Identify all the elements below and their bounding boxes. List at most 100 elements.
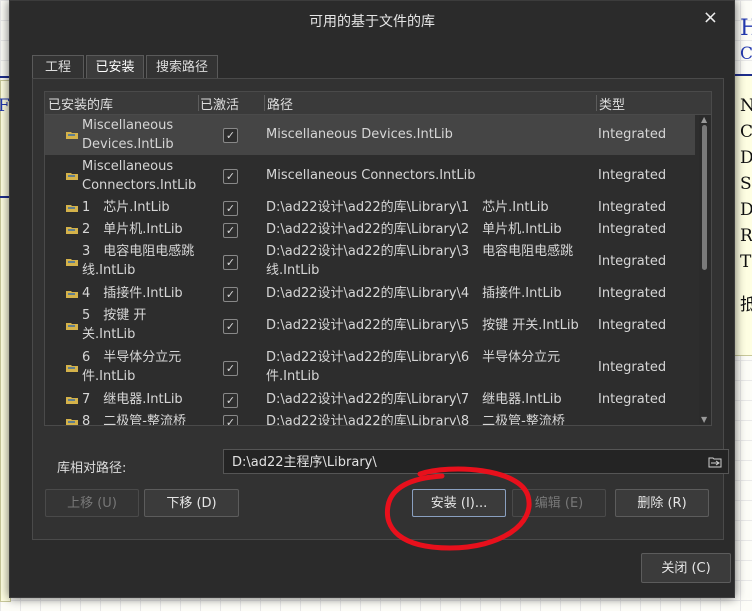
scroll-up-arrow-icon[interactable]: ▲ [701, 115, 707, 124]
library-type-cell: Integrated [598, 254, 667, 269]
integrated-library-icon [66, 205, 78, 212]
column-divider[interactable] [596, 95, 597, 111]
tab-project[interactable]: 工程 [32, 55, 84, 79]
table-header: 已安装的库 已激活 路径 类型 [45, 92, 711, 115]
relative-path-field[interactable]: D:\ad22主程序\Library\ [223, 449, 729, 474]
activated-checkbox[interactable]: ✓ [223, 287, 238, 302]
integrated-library-icon [66, 227, 78, 234]
table-row[interactable]: Miscellaneous Connectors.IntLib ✓ Miscella… [45, 156, 695, 196]
library-type-cell: Integrated [598, 168, 667, 183]
activated-checkbox[interactable]: ✓ [223, 201, 238, 216]
close-button[interactable]: 关闭 (C) [641, 553, 731, 583]
library-name-cell: Miscellaneous Connectors.IntLib [82, 159, 197, 193]
table-vertical-scrollbar[interactable]: ▲ ▼ [699, 115, 711, 424]
activated-checkbox[interactable]: ✓ [223, 128, 238, 143]
bg-text-fragment: 抵 [740, 295, 752, 315]
close-icon[interactable]: × [703, 7, 718, 28]
relative-path-label: 库相对路径: [57, 461, 127, 476]
activated-checkbox[interactable]: ✓ [223, 361, 238, 376]
relative-path-value: D:\ad22主程序\Library\ [232, 455, 377, 470]
integrated-library-icon [66, 259, 78, 266]
integrated-library-icon [66, 397, 78, 404]
library-name-cell: 2 单片机.IntLib [82, 222, 183, 237]
library-path-cell: D:\ad22设计\ad22的库\Library\1 芯片.IntLib [266, 200, 549, 215]
dialog-titlebar[interactable]: 可用的基于文件的库 × [10, 1, 734, 39]
remove-button[interactable]: 删除 (R) [615, 489, 709, 517]
library-type-cell: Integrated [598, 360, 667, 375]
library-name-cell: 7 继电器.IntLib [82, 392, 183, 407]
install-button[interactable]: 安装 (I)... [412, 489, 506, 517]
bg-text-fragment: R [740, 226, 752, 246]
installed-libraries-table: 已安装的库 已激活 路径 类型 Miscellaneous Devices.In… [44, 91, 712, 426]
bg-text-fragment: H [740, 16, 752, 41]
activated-checkbox[interactable]: ✓ [223, 393, 238, 408]
library-path-cell: D:\ad22设计\ad22的库\Library\7 继电器.IntLib [266, 392, 562, 407]
activated-checkbox[interactable]: ✓ [223, 255, 238, 270]
activated-checkbox[interactable]: ✓ [223, 223, 238, 238]
bg-text-fragment: D [740, 148, 752, 168]
integrated-library-icon [66, 132, 78, 139]
library-type-cell: Integrated [598, 127, 667, 142]
tab-search-path[interactable]: 搜索路径 [146, 55, 218, 79]
library-path-cell: D:\ad22设计\ad22的库\Library\2 单片机.IntLib [266, 222, 562, 237]
bg-text-fragment: C [740, 122, 752, 142]
integrated-library-icon [66, 173, 78, 180]
library-name-cell: 3 电容电阻电感跳线.IntLib [82, 244, 195, 278]
library-path-cell: D:\ad22设计\ad22的库\Library\6 半导体分立元件.IntLi… [266, 350, 561, 384]
column-header-library[interactable]: 已安装的库 [48, 94, 113, 113]
library-path-cell: Miscellaneous Connectors.IntLib [266, 168, 476, 183]
library-type-cell: Integrated [598, 222, 667, 237]
column-header-activated[interactable]: 已激活 [200, 94, 239, 113]
library-type-cell: Integrated [598, 392, 667, 407]
library-path-cell: D:\ad22设计\ad22的库\Library\5 按键 开关.IntLib [266, 318, 579, 333]
column-header-path[interactable]: 路径 [267, 94, 293, 113]
schematic-wire [0, 76, 9, 78]
library-name-cell: 4 插接件.IntLib [82, 286, 183, 301]
library-name-cell: Miscellaneous Devices.IntLib [82, 118, 174, 152]
edit-button[interactable]: 编辑 (E) [512, 489, 606, 517]
table-row[interactable]: 2 单片机.IntLib ✓ D:\ad22设计\ad22的库\Library\2 … [45, 219, 695, 241]
available-libraries-dialog: 可用的基于文件的库 × 工程 已安装 搜索路径 已安装的库 已激活 路径 类型 … [9, 0, 735, 598]
move-down-button[interactable]: 下移 (D) [144, 489, 239, 517]
bg-text-fragment: T [740, 252, 752, 272]
library-type-cell: Integrated [598, 318, 667, 333]
activated-checkbox[interactable]: ✓ [223, 319, 238, 334]
library-name-cell: 6 半导体分立元件.IntLib [82, 350, 182, 384]
table-row[interactable]: 8 二极管-整流桥 ✓ D:\ad22设计\ad22的库\Library\8 二极管… [45, 411, 695, 426]
library-name-cell: 8 二极管-整流桥 [82, 414, 186, 426]
library-type-cell: Integrated [598, 200, 667, 215]
bg-text-fragment: N [740, 96, 752, 116]
table-row[interactable]: 1 芯片.IntLib ✓ D:\ad22设计\ad22的库\Library\1 芯… [45, 197, 695, 219]
integrated-library-icon [66, 323, 78, 330]
activated-checkbox[interactable]: ✓ [223, 415, 238, 425]
tab-installed[interactable]: 已安装 [86, 55, 144, 79]
table-row[interactable]: 7 继电器.IntLib ✓ D:\ad22设计\ad22的库\Library\7 … [45, 389, 695, 411]
library-path-cell: D:\ad22设计\ad22的库\Library\3 电容电阻电感跳线.IntL… [266, 244, 574, 278]
integrated-library-icon [66, 291, 78, 298]
table-row[interactable]: Miscellaneous Devices.IntLib ✓ Miscellaneo… [45, 115, 695, 155]
library-name-cell: 1 芯片.IntLib [82, 200, 170, 215]
dialog-title: 可用的基于文件的库 [309, 14, 435, 30]
installed-panel: 已安装的库 已激活 路径 类型 Miscellaneous Devices.In… [32, 78, 729, 540]
column-divider[interactable] [198, 95, 199, 111]
bg-text-fragment: D [740, 200, 752, 220]
table-row[interactable]: 5 按键 开关.IntLib ✓ D:\ad22设计\ad22的库\Library\… [45, 305, 695, 347]
library-path-cell: Miscellaneous Devices.IntLib [266, 127, 453, 142]
bg-text-fragment: S [740, 174, 752, 194]
activated-checkbox[interactable]: ✓ [223, 169, 238, 184]
integrated-library-icon [66, 365, 78, 372]
bg-text-fragment: C [740, 44, 752, 64]
schematic-wire [734, 74, 752, 76]
scrollbar-thumb[interactable] [702, 125, 707, 270]
integrated-library-icon [66, 419, 78, 425]
column-divider[interactable] [264, 95, 265, 111]
scroll-down-arrow-icon[interactable]: ▼ [701, 415, 707, 424]
table-row[interactable]: 6 半导体分立元件.IntLib ✓ D:\ad22设计\ad22的库\Librar… [45, 347, 695, 389]
browse-folder-icon[interactable] [708, 456, 722, 468]
table-row[interactable]: 3 电容电阻电感跳线.IntLib ✓ D:\ad22设计\ad22的库\Libra… [45, 241, 695, 283]
schematic-wire [0, 196, 9, 198]
move-up-button[interactable]: 上移 (U) [45, 489, 139, 517]
library-path-cell: D:\ad22设计\ad22的库\Library\4 插接件.IntLib [266, 286, 562, 301]
column-header-type[interactable]: 类型 [599, 94, 625, 113]
table-row[interactable]: 4 插接件.IntLib ✓ D:\ad22设计\ad22的库\Library\4 … [45, 283, 695, 305]
